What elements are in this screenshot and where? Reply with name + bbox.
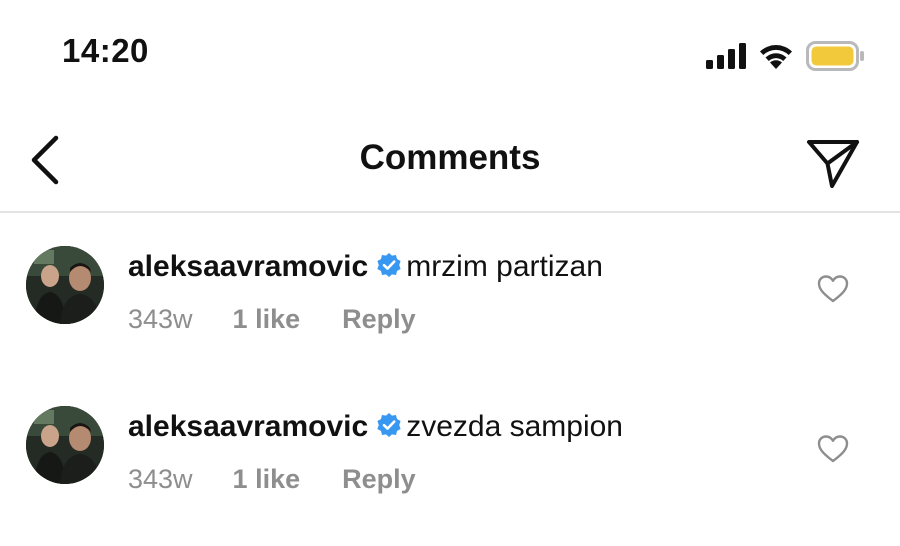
paper-plane-icon[interactable] xyxy=(800,130,864,190)
comment-username[interactable]: aleksaavramovic xyxy=(128,410,368,443)
reply-button[interactable]: Reply xyxy=(342,304,416,335)
avatar-photo xyxy=(26,406,104,484)
heart-outline-icon[interactable] xyxy=(817,274,849,304)
verified-badge-icon xyxy=(377,253,401,277)
header-divider xyxy=(0,211,900,213)
heart-outline-icon[interactable] xyxy=(817,434,849,464)
battery-icon xyxy=(806,41,864,71)
page-title: Comments xyxy=(359,138,541,177)
avatar-photo xyxy=(26,246,104,324)
comment-text: zvezda sampion xyxy=(406,410,623,443)
wifi-icon xyxy=(760,45,792,69)
verified-badge-icon xyxy=(377,413,401,437)
comments-header: Comments xyxy=(0,110,900,210)
comment-meta: 343w 1 like Reply xyxy=(128,464,416,495)
comment-username[interactable]: aleksaavramovic xyxy=(128,250,368,283)
comment-body: aleksaavramovic mrzim partizan xyxy=(128,250,603,284)
comment-text: mrzim partizan xyxy=(406,250,603,283)
avatar[interactable] xyxy=(26,246,104,324)
comment-meta: 343w 1 like Reply xyxy=(128,304,416,335)
comment-item: aleksaavramovic mrzim partizan 343w 1 lik… xyxy=(0,246,900,386)
reply-button[interactable]: Reply xyxy=(342,464,416,495)
cellular-signal-icon xyxy=(706,43,746,69)
status-bar: 14:20 xyxy=(0,0,900,110)
comment-age: 343w xyxy=(128,304,193,334)
comment-likes[interactable]: 1 like xyxy=(233,304,301,335)
avatar[interactable] xyxy=(26,406,104,484)
comment-item: aleksaavramovic zvezda sampion 343w 1 lik… xyxy=(0,406,900,546)
comment-likes[interactable]: 1 like xyxy=(233,464,301,495)
comment-body: aleksaavramovic zvezda sampion xyxy=(128,410,623,444)
comment-age: 343w xyxy=(128,464,193,494)
status-time: 14:20 xyxy=(62,32,149,69)
